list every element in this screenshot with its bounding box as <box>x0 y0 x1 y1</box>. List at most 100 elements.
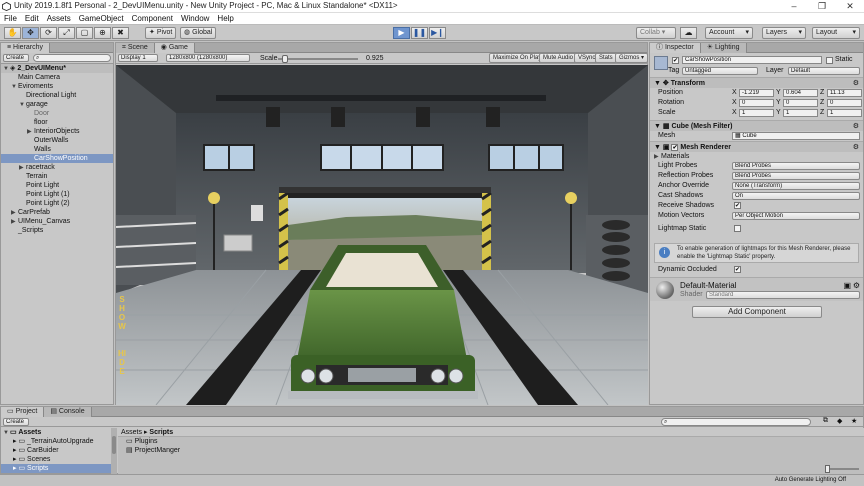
rotation-x-input[interactable]: 0 <box>739 99 774 107</box>
maximize-on-play-toggle[interactable]: Maximize On Play <box>489 53 546 63</box>
object-name-input[interactable]: CarShowPosition <box>682 56 822 64</box>
position-y-input[interactable]: 0.604 <box>783 89 818 97</box>
hierarchy-item[interactable]: Point Light <box>1 181 113 190</box>
renderer-enabled-checkbox[interactable]: ✔ <box>671 143 679 151</box>
project-create-button[interactable]: Create <box>3 418 29 426</box>
hierarchy-item[interactable]: CarShowPosition <box>1 154 113 163</box>
hierarchy-item[interactable]: ▶ CarPrefab <box>1 208 113 217</box>
z-axis-label[interactable]: Z <box>820 99 824 106</box>
tab-inspector[interactable]: ⓘ Inspector <box>650 43 701 53</box>
scale-slider[interactable] <box>278 55 358 63</box>
project-folder-item[interactable]: ▸ ▭ _TerrainAutoUpgrade <box>1 437 111 446</box>
hierarchy-item[interactable]: Door <box>1 109 113 118</box>
rect-tool-icon[interactable]: ▢ <box>76 27 93 39</box>
project-search-input[interactable]: ⌕ <box>661 418 811 426</box>
rotate-tool-icon[interactable]: ⟳ <box>40 27 57 39</box>
y-axis-label[interactable]: Y <box>776 89 781 96</box>
hierarchy-item[interactable]: floor <box>1 118 113 127</box>
lightmap-static-checkbox[interactable] <box>734 225 741 232</box>
move-tool-icon[interactable]: ✥ <box>22 27 39 39</box>
close-button[interactable]: ✕ <box>836 0 864 13</box>
scale-y-input[interactable]: 1 <box>783 109 818 117</box>
hand-tool-icon[interactable]: ✋ <box>4 27 21 39</box>
transform-header[interactable]: ▼ ✥ Transform ⚙ <box>650 77 863 88</box>
menu-gameobject[interactable]: GameObject <box>75 13 128 25</box>
layout-dropdown[interactable]: Layout ▾ <box>812 27 860 39</box>
collab-dropdown[interactable]: Collab ▾ <box>636 27 676 39</box>
dynamic-occluded-checkbox[interactable]: ✔ <box>734 266 741 273</box>
hierarchy-item[interactable]: Main Camera <box>1 73 113 82</box>
hierarchy-item[interactable]: ▶ UIMenu_Canvas <box>1 217 113 226</box>
maximize-button[interactable]: ❐ <box>808 0 836 13</box>
layers-dropdown[interactable]: Layers ▾ <box>762 27 806 39</box>
filter-type-icon[interactable]: ⧉ <box>823 417 828 425</box>
assets-root-folder[interactable]: ▼▭ Assets <box>1 428 111 437</box>
shader-dropdown[interactable]: Standard <box>706 291 860 299</box>
y-axis-label[interactable]: Y <box>776 99 781 106</box>
scale-x-input[interactable]: 1 <box>739 109 774 117</box>
breadcrumb-scripts[interactable]: Scripts <box>149 429 173 436</box>
hierarchy-item[interactable]: _Scripts <box>1 226 113 235</box>
position-z-input[interactable]: 11.13 <box>827 89 862 97</box>
hierarchy-item[interactable]: ▶ InteriorObjects <box>1 127 113 136</box>
custom-tool-icon[interactable]: ✖ <box>112 27 129 39</box>
cloud-icon[interactable]: ☁ <box>680 27 697 39</box>
pause-button[interactable]: ❚❚ <box>411 27 428 39</box>
renderer-prop-value[interactable]: None (Transform) <box>732 182 860 190</box>
icon-size-slider[interactable] <box>825 465 859 473</box>
x-axis-label[interactable]: X <box>732 89 737 96</box>
tree-scrollbar[interactable] <box>111 428 117 474</box>
renderer-prop-value[interactable]: Blend Probes <box>732 172 860 180</box>
hierarchy-item[interactable]: OuterWalls <box>1 136 113 145</box>
layer-dropdown[interactable]: Default <box>788 67 860 75</box>
rotation-z-input[interactable]: 0 <box>827 99 862 107</box>
breadcrumb-assets[interactable]: Assets <box>121 429 142 436</box>
hierarchy-item[interactable]: Walls <box>1 145 113 154</box>
menu-help[interactable]: Help <box>213 13 237 25</box>
project-folder-item[interactable]: ▸ ▭ Scripts <box>1 464 111 473</box>
tab-scene[interactable]: ⌗ Scene <box>116 43 155 53</box>
mute-audio-toggle[interactable]: Mute Audio <box>539 53 578 63</box>
list-item[interactable]: ▤ ProjectManger <box>118 446 864 455</box>
hierarchy-item[interactable]: Terrain <box>1 172 113 181</box>
hierarchy-item[interactable]: Point Light (1) <box>1 190 113 199</box>
hierarchy-item[interactable]: ▶ racetrack <box>1 163 113 172</box>
account-dropdown[interactable]: Account ▾ <box>705 27 753 39</box>
scene-root[interactable]: ▼◈ 2_DevUIMenu* <box>1 64 113 73</box>
materials-foldout[interactable]: ▶ Materials <box>650 152 863 161</box>
project-folder-item[interactable]: ▸ ▭ Scenes <box>1 455 111 464</box>
scale-tool-icon[interactable]: ⤢ <box>58 27 75 39</box>
y-axis-label[interactable]: Y <box>776 109 781 116</box>
project-folder-item[interactable]: ▸ ▭ CarBuider <box>1 446 111 455</box>
renderer-prop-value[interactable]: On <box>732 192 860 200</box>
mesh-renderer-header[interactable]: ▼ ▣ ✔ Mesh Renderer ⚙ <box>650 141 863 152</box>
hierarchy-item[interactable]: Point Light (2) <box>1 199 113 208</box>
step-button[interactable]: ▶❙ <box>429 27 446 39</box>
gear-icon[interactable]: ⚙ <box>853 281 860 290</box>
tab-project[interactable]: ▭ Project <box>1 407 45 417</box>
active-checkbox[interactable]: ✔ <box>672 57 679 64</box>
static-checkbox[interactable] <box>826 57 833 64</box>
add-component-button[interactable]: Add Component <box>692 306 822 318</box>
stats-toggle[interactable]: Stats <box>595 53 617 63</box>
hierarchy-item[interactable]: ▼Eviroments <box>1 82 113 91</box>
menu-component[interactable]: Component <box>128 13 177 25</box>
z-axis-label[interactable]: Z <box>820 109 824 116</box>
show-button[interactable]: SHOW <box>118 295 126 331</box>
renderer-prop-value[interactable]: Blend Probes <box>732 162 860 170</box>
menu-assets[interactable]: Assets <box>43 13 75 25</box>
hierarchy-create-button[interactable]: Create <box>3 54 29 62</box>
global-toggle[interactable]: ◍ Global <box>180 27 217 39</box>
rotation-y-input[interactable]: 0 <box>783 99 818 107</box>
x-axis-label[interactable]: X <box>732 109 737 116</box>
game-render[interactable] <box>116 65 648 405</box>
play-button[interactable]: ▶ <box>393 27 410 39</box>
transform-tool-icon[interactable]: ⊕ <box>94 27 111 39</box>
tab-lighting[interactable]: ☀ Lighting <box>700 43 747 53</box>
material-settings-icon[interactable]: ▣ <box>843 281 851 290</box>
mesh-field[interactable]: ▦ Cube <box>732 132 860 140</box>
menu-edit[interactable]: Edit <box>21 13 43 25</box>
gear-icon[interactable]: ⚙ <box>853 142 859 153</box>
scale-slider-handle[interactable] <box>282 55 288 63</box>
menu-window[interactable]: Window <box>177 13 213 25</box>
